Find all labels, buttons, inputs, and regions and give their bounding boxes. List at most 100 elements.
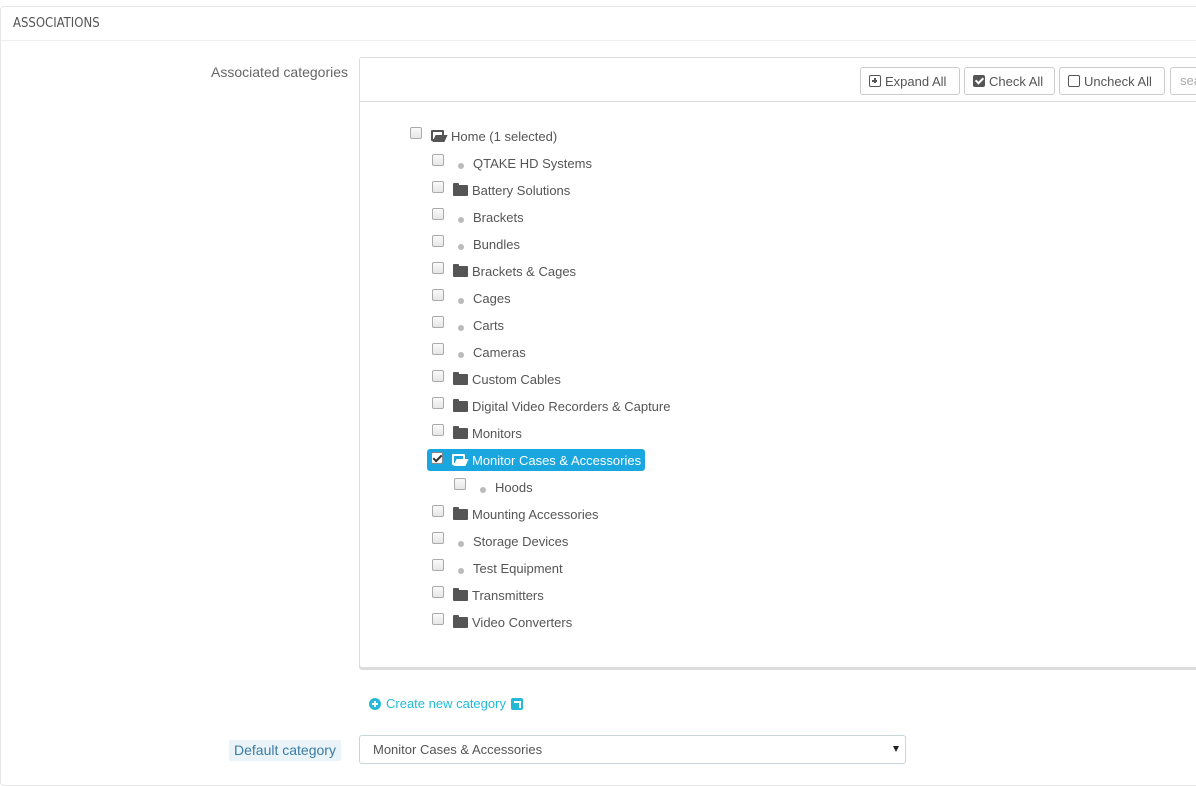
tree-item-checkbox[interactable] <box>432 181 444 193</box>
folder-icon <box>453 425 468 439</box>
category-tree: Expand All Check All Uncheck All search.… <box>359 57 1196 668</box>
tree-item[interactable]: Transmitters <box>432 584 544 606</box>
create-new-category-link[interactable]: Create new category <box>369 696 523 711</box>
empty-box-icon <box>1068 75 1080 87</box>
tree-item-label: Brackets <box>473 209 524 225</box>
tree-item[interactable]: Cameras <box>432 341 526 363</box>
default-category-select[interactable]: Monitor Cases & Accessories <box>359 735 906 764</box>
tree-item[interactable]: Custom Cables <box>432 368 561 390</box>
tree-item[interactable]: Bundles <box>432 233 520 255</box>
folder-icon <box>453 587 468 601</box>
folder-icon <box>453 371 468 385</box>
tree-item-label: Test Equipment <box>473 560 563 576</box>
tree-item[interactable]: QTAKE HD Systems <box>432 152 592 174</box>
expand-all-button[interactable]: Expand All <box>860 67 960 95</box>
expand-icon <box>869 75 881 87</box>
tree-item-label: Cages <box>473 290 511 306</box>
tree-item-checkbox[interactable] <box>432 262 444 274</box>
folder-icon <box>453 398 468 412</box>
leaf-dot-icon <box>458 163 464 169</box>
tree-item-label: Video Converters <box>472 614 573 630</box>
folder-icon <box>453 506 468 520</box>
leaf-dot-icon <box>458 244 464 250</box>
tree-item-label: Hoods <box>495 479 533 495</box>
associated-categories-label: Associated categories <box>211 64 348 80</box>
tree-item[interactable]: Cages <box>432 287 511 309</box>
tree-item[interactable]: Video Converters <box>432 611 572 633</box>
tree-item-label: Custom Cables <box>472 371 561 387</box>
folder-icon <box>453 614 468 628</box>
tree-item-label: Transmitters <box>472 587 544 603</box>
leaf-dot-icon <box>458 568 464 574</box>
tree-item-checkbox[interactable] <box>432 370 444 382</box>
tree-item-label: Monitor Cases & Accessories <box>472 452 642 468</box>
tree-item-checkbox[interactable] <box>431 452 443 464</box>
tree-item-checkbox[interactable] <box>432 586 444 598</box>
tree-item-label: Digital Video Recorders & Capture <box>472 398 671 414</box>
tree-item-checkbox[interactable] <box>454 478 466 490</box>
folder-icon <box>453 263 468 277</box>
tree-item[interactable]: Monitors <box>432 422 522 444</box>
tree-item-checkbox[interactable] <box>432 343 444 355</box>
tree-item-label: Monitors <box>472 425 522 441</box>
plus-circle-icon <box>369 697 381 710</box>
tree-item-label: Bundles <box>473 236 520 252</box>
tree-item[interactable]: Carts <box>432 314 504 336</box>
tree-item-label: QTAKE HD Systems <box>473 155 592 171</box>
leaf-dot-icon <box>458 541 464 547</box>
tree-item-label: Cameras <box>473 344 526 360</box>
tree-item[interactable]: Mounting Accessories <box>432 503 598 525</box>
tree-item-checkbox[interactable] <box>432 397 444 409</box>
leaf-dot-icon <box>458 325 464 331</box>
tree-item-label: Mounting Accessories <box>472 506 599 522</box>
check-all-button[interactable]: Check All <box>964 67 1055 95</box>
tree-item-checkbox[interactable] <box>432 154 444 166</box>
tree-item-label: Battery Solutions <box>472 182 571 198</box>
leaf-dot-icon <box>458 352 464 358</box>
panel-heading: ASSOCIATIONS <box>1 7 1196 41</box>
default-category-value: Monitor Cases & Accessories <box>373 742 543 757</box>
tree-search-input[interactable]: search... <box>1170 67 1196 95</box>
tree-item-label: Carts <box>473 317 505 333</box>
tree-item-checkbox[interactable] <box>432 316 444 328</box>
check-all-label: Check All <box>989 73 1044 89</box>
tree-item[interactable]: Test Equipment <box>432 557 563 579</box>
tree-item-selected-highlight[interactable]: Monitor Cases & Accessories <box>427 449 646 471</box>
tree-item[interactable]: Hoods <box>454 476 533 498</box>
folder-open-icon <box>431 129 447 142</box>
leaf-dot-icon <box>458 217 464 223</box>
folder-icon <box>453 182 468 196</box>
leaf-dot-icon <box>480 487 486 493</box>
tree-toolbar: Expand All Check All Uncheck All search.… <box>360 58 1196 102</box>
checked-box-icon <box>973 75 985 87</box>
tree-item[interactable]: Digital Video Recorders & Capture <box>432 395 670 417</box>
tree-item-checkbox[interactable] <box>432 235 444 247</box>
leaf-dot-icon <box>458 298 464 304</box>
tree-item-checkbox[interactable] <box>432 559 444 571</box>
tree-item[interactable]: Monitor Cases & Accessories <box>427 449 646 471</box>
tree-item-checkbox[interactable] <box>432 424 444 436</box>
tree-item[interactable]: Storage Devices <box>432 530 568 552</box>
folder-open-icon <box>452 453 468 466</box>
uncheck-all-button[interactable]: Uncheck All <box>1059 67 1165 95</box>
tree-item-label: Brackets & Cages <box>472 263 577 279</box>
tree-item-checkbox[interactable] <box>410 127 422 139</box>
tree-item-checkbox[interactable] <box>432 532 444 544</box>
default-category-label: Default category <box>229 740 341 761</box>
tree-item[interactable]: Brackets <box>432 206 524 228</box>
uncheck-all-label: Uncheck All <box>1084 73 1152 89</box>
tree-item[interactable]: Brackets & Cages <box>432 260 576 282</box>
create-new-category-label: Create new category <box>386 696 506 711</box>
tree-item[interactable]: Home (1 selected) <box>410 125 557 147</box>
panel-title: ASSOCIATIONS <box>13 16 100 31</box>
tree-item-checkbox[interactable] <box>432 289 444 301</box>
tree-item-checkbox[interactable] <box>432 613 444 625</box>
expand-all-label: Expand All <box>885 73 947 89</box>
external-link-icon <box>510 697 523 710</box>
tree-item[interactable]: Battery Solutions <box>432 179 570 201</box>
tree-item-label: Storage Devices <box>473 533 569 549</box>
tree-item-checkbox[interactable] <box>432 505 444 517</box>
tree-item-label: Home (1 selected) <box>451 128 558 144</box>
caret-down-icon <box>893 746 899 752</box>
tree-item-checkbox[interactable] <box>432 208 444 220</box>
